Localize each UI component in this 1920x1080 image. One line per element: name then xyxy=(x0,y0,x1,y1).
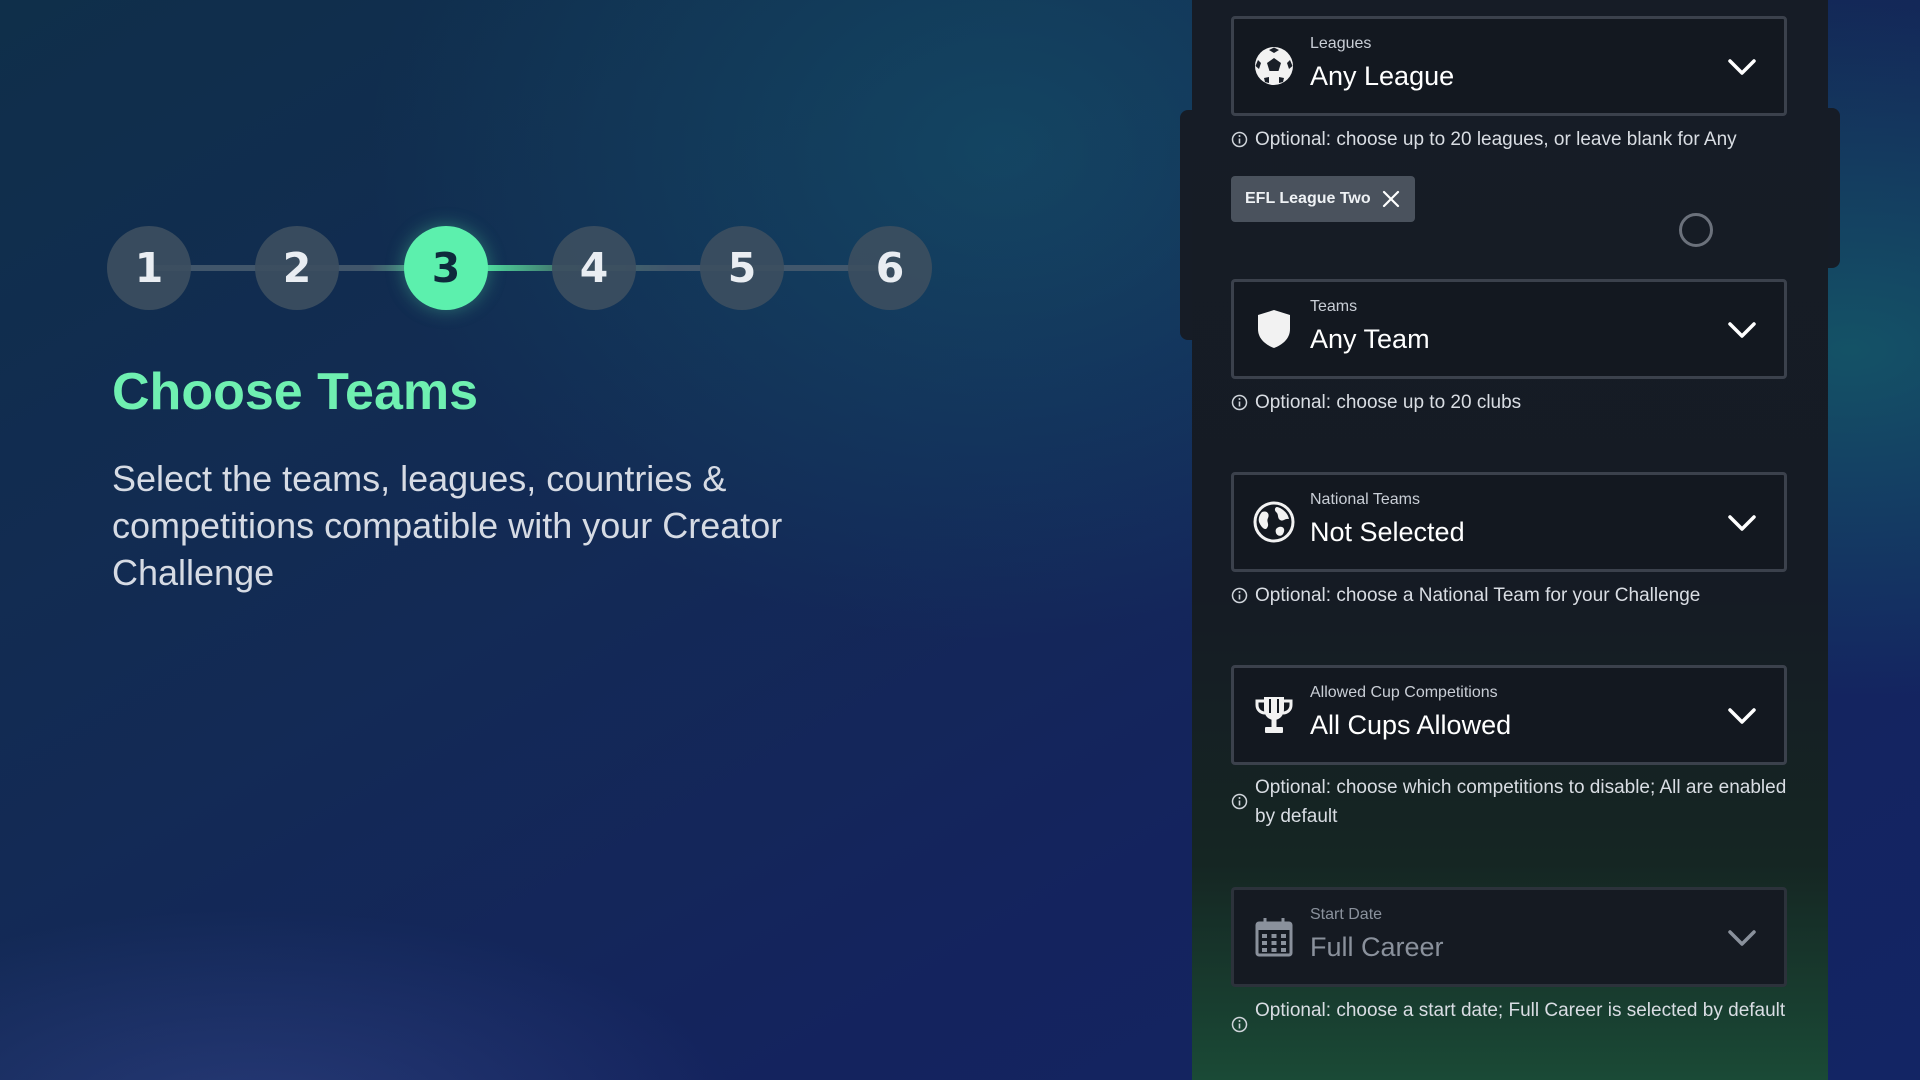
shield-icon xyxy=(1258,310,1290,348)
page-description: Select the teams, leagues, countries & c… xyxy=(112,458,783,593)
teams-dropdown[interactable]: Teams Any Team xyxy=(1231,279,1787,379)
national-teams-value: Not Selected xyxy=(1310,517,1465,547)
step-5[interactable]: 5 xyxy=(700,226,784,310)
info-icon xyxy=(1231,793,1248,810)
info-icon xyxy=(1231,587,1248,604)
leagues-label: Leagues xyxy=(1310,35,1372,52)
step-2[interactable]: 2 xyxy=(255,226,339,310)
national-teams-dropdown[interactable]: National Teams Not Selected xyxy=(1231,472,1787,572)
cup-competitions-hint: Optional: choose which competitions to d… xyxy=(1231,773,1791,831)
close-icon[interactable] xyxy=(1381,189,1401,209)
chevron-down-icon xyxy=(1728,708,1756,724)
calendar-icon xyxy=(1255,918,1293,957)
chevron-down-icon xyxy=(1728,515,1756,531)
league-chip-label: EFL League Two xyxy=(1245,190,1371,207)
cup-competitions-dropdown[interactable]: Allowed Cup Competitions All Cups Allowe… xyxy=(1231,665,1787,765)
leagues-hint-text: Optional: choose up to 20 leagues, or le… xyxy=(1255,129,1737,150)
teams-hint-text: Optional: choose up to 20 clubs xyxy=(1255,392,1522,413)
loading-indicator xyxy=(1679,213,1713,247)
step-6[interactable]: 6 xyxy=(848,226,932,310)
chevron-down-icon xyxy=(1728,322,1756,338)
page-title: Choose Teams xyxy=(112,363,479,421)
national-teams-hint: Optional: choose a National Team for you… xyxy=(1231,581,1791,610)
chevron-down-icon xyxy=(1728,930,1756,946)
step-1[interactable]: 1 xyxy=(107,226,191,310)
start-date-hint-text: Optional: choose a start date; Full Care… xyxy=(1255,1000,1786,1021)
national-teams-hint-text: Optional: choose a National Team for you… xyxy=(1255,585,1701,606)
teams-value: Any Team xyxy=(1310,324,1430,354)
trophy-icon xyxy=(1255,697,1293,733)
info-icon xyxy=(1231,394,1248,411)
start-date-dropdown[interactable]: Start Date Full Career xyxy=(1231,887,1787,987)
leagues-value: Any League xyxy=(1310,61,1455,91)
soccer-ball-icon xyxy=(1255,47,1293,85)
teams-label: Teams xyxy=(1310,298,1358,315)
league-chip: EFL League Two xyxy=(1231,176,1415,222)
info-icon xyxy=(1231,131,1248,148)
step-4[interactable]: 4 xyxy=(552,226,636,310)
cup-competitions-label: Allowed Cup Competitions xyxy=(1310,684,1498,701)
panel-edge-right xyxy=(1826,108,1840,268)
national-teams-label: National Teams xyxy=(1310,491,1420,508)
start-date-value: Full Career xyxy=(1310,932,1444,962)
leagues-dropdown[interactable]: Leagues Any League xyxy=(1231,16,1787,116)
start-date-hint: Optional: choose a start date; Full Care… xyxy=(1231,996,1791,1033)
info-icon xyxy=(1231,1016,1248,1033)
leagues-hint: Optional: choose up to 20 leagues, or le… xyxy=(1231,125,1791,154)
progress-stepper: 1 2 3 4 5 6 xyxy=(107,226,932,310)
chevron-down-icon xyxy=(1728,59,1756,75)
teams-hint: Optional: choose up to 20 clubs xyxy=(1231,388,1791,417)
cup-competitions-value: All Cups Allowed xyxy=(1310,710,1512,740)
globe-icon xyxy=(1253,501,1295,543)
step-3-active[interactable]: 3 xyxy=(404,226,488,310)
cup-competitions-hint-text: Optional: choose which competitions to d… xyxy=(1255,777,1787,827)
start-date-label: Start Date xyxy=(1310,906,1383,923)
